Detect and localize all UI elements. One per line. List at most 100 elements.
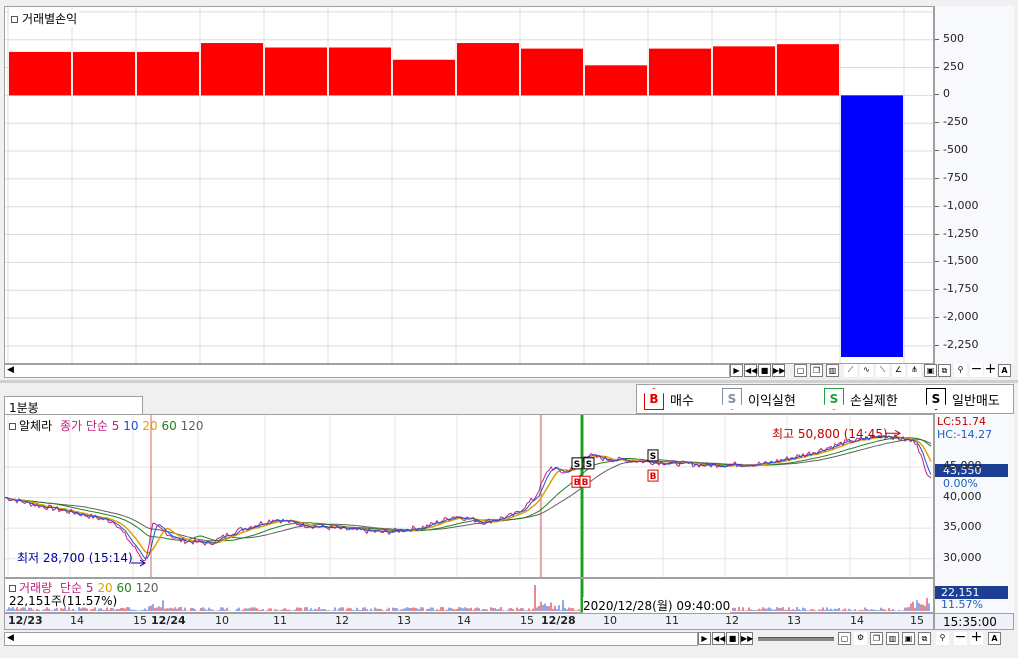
ma-120-line xyxy=(5,438,932,542)
profit-bar xyxy=(457,43,519,96)
ma-10: 10 xyxy=(123,419,139,433)
settings-icon[interactable]: ⚙ xyxy=(854,632,867,645)
scroll-left-icon[interactable]: ◀ xyxy=(7,365,14,375)
time-axis: 12/23 14 15 12/24 10 11 12 13 14 15 12/28 10 11 12 13 1… xyxy=(4,613,934,630)
bottom-zoom-icon[interactable]: ⚲ xyxy=(936,632,949,645)
profit-y-tick: 0 xyxy=(943,87,950,101)
zoom-slider[interactable] xyxy=(758,637,834,641)
bottom-restore-icon[interactable]: ⧉ xyxy=(918,632,931,645)
bottom-rewind-button[interactable]: ◀◀ xyxy=(712,632,725,645)
time-label: 12/28 xyxy=(541,614,576,627)
font-icon[interactable]: A xyxy=(998,364,1011,377)
legend-profit-label: 이익실현 xyxy=(748,393,796,409)
window-icon[interactable]: ▢ xyxy=(794,364,807,377)
profit-bar xyxy=(329,47,391,96)
title-square-icon xyxy=(11,16,18,23)
bottom-forward-button[interactable]: ▶▶ xyxy=(740,632,753,645)
profit-y-tick: -1,500 xyxy=(943,254,979,268)
tab-1min[interactable]: 1분봉 xyxy=(4,396,143,415)
profit-y-axis: 500 250 0 -250 -500 -750 -1,000 -1,250 -1,500 -1,… xyxy=(934,6,1014,364)
profit-bar xyxy=(265,47,327,96)
profit-y-tick-mark xyxy=(935,177,939,179)
low-label: 최저 28,700 (15:14) xyxy=(17,551,133,565)
legend-profit[interactable]: S 이익실현 xyxy=(722,384,796,414)
zoom-in-icon[interactable]: + xyxy=(984,362,997,377)
forward-button[interactable]: ▶▶ xyxy=(772,364,785,377)
ma-20: 20 xyxy=(142,419,158,433)
bottom-stop-button[interactable]: ■ xyxy=(726,632,739,645)
buy-marker: B xyxy=(579,475,591,488)
time-label: 15 xyxy=(133,614,147,627)
bottom-window-icon[interactable]: ▢ xyxy=(838,632,851,645)
price-y-tick: 30,000 xyxy=(943,550,982,564)
draw-wave-icon[interactable]: ∿ xyxy=(860,364,873,377)
draw-fork-icon[interactable]: ⋔ xyxy=(908,364,921,377)
time-label: 12/23 xyxy=(8,614,43,627)
profit-bar xyxy=(585,65,647,96)
sell-marker: S xyxy=(571,457,583,470)
time-label: 14 xyxy=(457,614,471,627)
scroll-right-button[interactable]: ▶ xyxy=(730,364,743,377)
legend-loss[interactable]: S 손실제한 xyxy=(824,384,898,414)
ma-120: 120 xyxy=(180,419,204,433)
legend-buy[interactable]: B 매수 xyxy=(644,384,694,414)
bottom-scrollbar[interactable]: ◀ xyxy=(4,632,698,646)
save-image-icon[interactable]: ▣ xyxy=(924,364,937,377)
price-indicator-header: 알체라 종가 단순 5 10 20 60 120 xyxy=(9,417,203,434)
profit-y-tick-mark xyxy=(935,289,939,291)
time-label: 10 xyxy=(215,614,229,627)
time-box: 15:35:00 xyxy=(934,613,1014,630)
bottom-zoom-out-icon[interactable]: − xyxy=(954,630,967,645)
lc-label: LC:51.74 xyxy=(937,415,987,428)
loss-marker-icon: S xyxy=(824,388,844,410)
cursor-datetime: 2020/12/28(월) 09:40:00 xyxy=(583,597,731,614)
profit-y-tick-mark xyxy=(935,150,939,152)
time-label: 12 xyxy=(335,614,349,627)
bottom-save-icon[interactable]: ▣ xyxy=(902,632,915,645)
draw-trend-icon[interactable]: ⟍ xyxy=(876,364,889,377)
profit-chart-title: 거래별손익 xyxy=(9,10,80,27)
profit-y-tick: -500 xyxy=(943,143,968,157)
svg-text:B: B xyxy=(650,472,657,482)
bottom-layout-icon[interactable]: ▥ xyxy=(886,632,899,645)
volume-current-pct: 11.57% xyxy=(941,598,983,611)
bottom-font-icon[interactable]: A xyxy=(988,632,1001,645)
bottom-scroll-right-button[interactable]: ▶ xyxy=(698,632,711,645)
time-label: 12 xyxy=(725,614,739,627)
time-label: 11 xyxy=(665,614,679,627)
zoom-out-icon[interactable]: − xyxy=(970,362,983,377)
profit-y-tick: -1,250 xyxy=(943,226,979,240)
price-y-tick: 45,000 xyxy=(943,458,982,472)
legend-buy-label: 매수 xyxy=(670,393,694,409)
stop-button[interactable]: ■ xyxy=(758,364,771,377)
profit-bar xyxy=(841,95,903,357)
zoom-icon[interactable]: ⚲ xyxy=(954,364,967,377)
rewind-button[interactable]: ◀◀ xyxy=(744,364,757,377)
restore-icon[interactable]: ⧉ xyxy=(938,364,951,377)
price-y-tick: 35,000 xyxy=(943,520,982,534)
vol-ma-60: 60 xyxy=(116,581,132,595)
panel-divider[interactable] xyxy=(0,380,1018,383)
bottom-zoom-in-icon[interactable]: + xyxy=(970,630,983,645)
profit-bar xyxy=(9,51,71,96)
sell-marker: S xyxy=(647,449,659,462)
draw-angle-icon[interactable]: ∠ xyxy=(892,364,905,377)
profit-y-tick-mark xyxy=(935,38,939,40)
copy-icon[interactable]: ❐ xyxy=(810,364,823,377)
profit-bar xyxy=(777,44,839,96)
legend-normal[interactable]: S 일반매도 xyxy=(926,384,1000,414)
ma-label: 종가 단순 xyxy=(59,419,108,433)
ma-5: 5 xyxy=(111,419,120,433)
high-label: 최고 50,800 (14:45) xyxy=(772,427,888,441)
bottom-copy-icon[interactable]: ❐ xyxy=(870,632,883,645)
profit-y-tick: -250 xyxy=(943,115,968,129)
profit-bar xyxy=(713,46,775,96)
time-label: 14 xyxy=(850,614,864,627)
bottom-scroll-left-icon[interactable]: ◀ xyxy=(7,633,14,643)
profit-y-tick-mark xyxy=(935,344,939,346)
profit-scrollbar[interactable]: ◀ xyxy=(4,364,730,378)
time-label: 11 xyxy=(273,614,287,627)
draw-line-icon[interactable]: ⟋ xyxy=(844,364,857,377)
layout-icon[interactable]: ▥ xyxy=(826,364,839,377)
svg-text:S: S xyxy=(650,452,656,462)
